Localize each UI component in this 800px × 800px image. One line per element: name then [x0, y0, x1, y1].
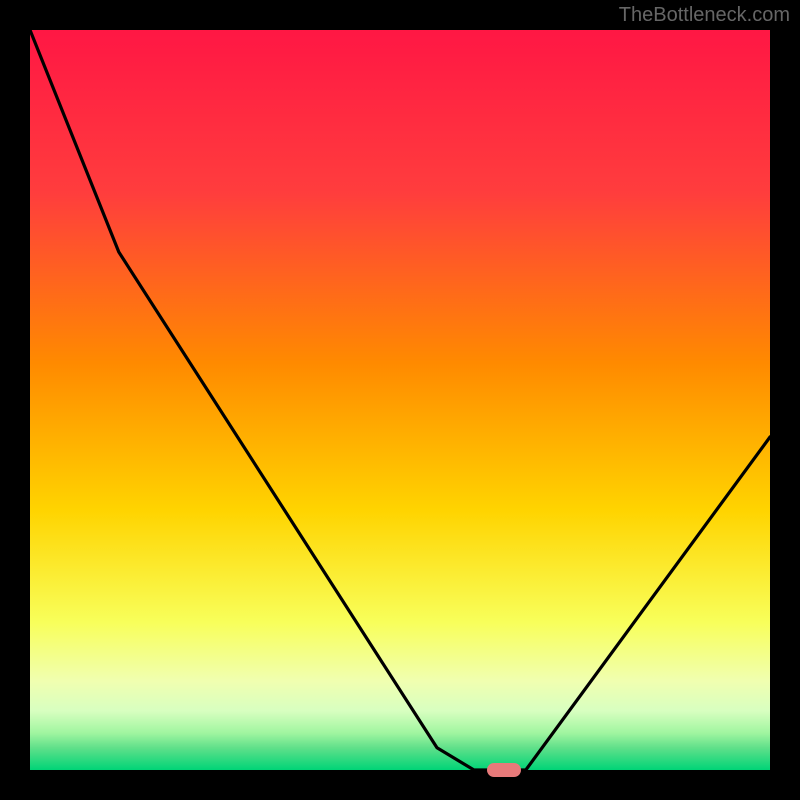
watermark-text: TheBottleneck.com — [619, 4, 790, 27]
bottleneck-curve — [30, 30, 770, 770]
chart-area — [30, 30, 770, 770]
optimal-point-marker — [487, 763, 521, 777]
